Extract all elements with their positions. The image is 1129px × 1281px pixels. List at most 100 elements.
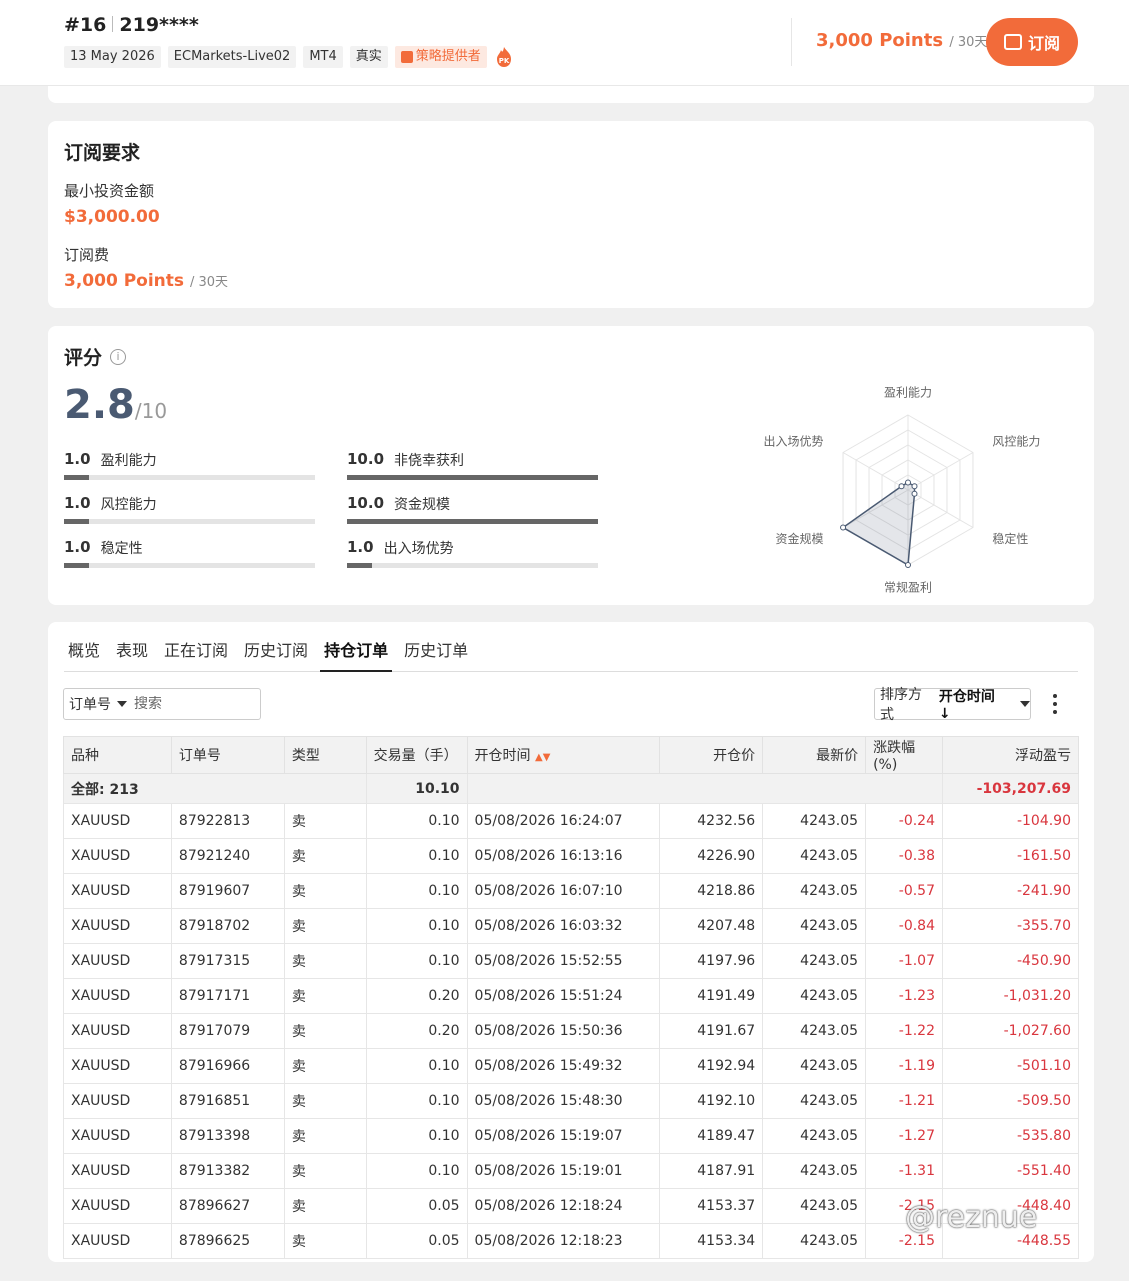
table-row[interactable]: XAUUSD 87921240 卖 0.10 05/08/2026 16:13:16 42… [63,838,1079,874]
table-row[interactable]: XAUUSD 87913398 卖 0.10 05/08/2026 15:19:07 41… [63,1118,1079,1154]
rank-label: #16 [64,14,107,36]
cell-last-price: 4243.05 [762,908,867,944]
cell-symbol: XAUUSD [63,803,172,839]
cell-last-price: 4243.05 [762,1153,867,1189]
cell-symbol: XAUUSD [63,873,172,909]
cell-volume: 0.10 [365,1118,468,1154]
account-label: 219**** [119,14,199,36]
header-divider [791,18,792,66]
more-options-icon[interactable] [1048,694,1062,714]
table-row[interactable]: XAUUSD 87917171 卖 0.20 05/08/2026 15:51:24 41… [63,978,1079,1014]
tab-overview[interactable]: 概览 [64,622,104,672]
fee-period: / 30天 [189,275,228,290]
tab-history-orders[interactable]: 历史订单 [400,622,472,672]
search-input[interactable] [134,696,252,712]
cell-last-price: 4243.05 [762,1118,867,1154]
cell-open-price: 4197.96 [659,943,764,979]
cell-open-price: 4192.10 [659,1083,764,1119]
cell-volume: 0.10 [365,943,468,979]
cell-last-price: 4243.05 [762,943,867,979]
col-open-time-label: 开仓时间 [474,748,531,764]
metric-bar [347,519,598,524]
cell-last-price: 4243.05 [762,978,867,1014]
subscribe-label: 订阅 [1027,36,1060,53]
cell-type: 卖 [283,978,367,1014]
cell-open-time: 05/08/2026 16:03:32 [466,908,661,944]
metric-profitability: 1.0 盈利能力 [64,450,315,480]
filter-field-select[interactable]: 订单号 [64,694,134,714]
metric-stability: 1.0 稳定性 [64,538,315,568]
cell-volume: 0.10 [365,873,468,909]
table-row[interactable]: XAUUSD 87918702 卖 0.10 05/08/2026 16:03:32 42… [63,908,1079,944]
cell-symbol: XAUUSD [63,1188,172,1224]
cell-change: -0.84 [865,908,943,944]
cell-open-price: 4153.34 [659,1223,764,1259]
cell-symbol: XAUUSD [63,1118,172,1154]
positions-table: 品种 订单号 类型 交易量（手） 开仓时间 ▲▼ 开仓价 最新价 涨跌幅(%) … [63,736,1079,1259]
metric-label: 稳定性 [100,541,143,557]
cell-symbol: XAUUSD [63,1013,172,1049]
total-score: 2.8/10 [64,382,167,428]
col-open-time[interactable]: 开仓时间 ▲▼ [466,736,661,774]
cell-pnl: -161.50 [942,838,1079,874]
metric-label: 出入场优势 [383,541,454,557]
metric-value: 10.0 [347,450,385,468]
cell-pnl: -1,027.60 [942,1013,1079,1049]
metric-bar [64,519,315,524]
cell-symbol: XAUUSD [63,1223,172,1259]
metric-bar [347,563,598,568]
cell-order-id: 87917315 [170,943,285,979]
chevron-down-icon [1020,701,1030,707]
cell-pnl: -551.40 [942,1153,1079,1189]
cell-last-price: 4243.05 [762,1188,867,1224]
col-change: 涨跌幅(%) [865,736,943,774]
metric-fill [347,563,373,568]
cell-type: 卖 [283,943,367,979]
cell-pnl: -355.70 [942,908,1079,944]
info-icon[interactable]: i [110,348,127,365]
cell-pnl: -1,031.20 [942,978,1079,1014]
cell-last-price: 4243.05 [762,838,867,874]
pk-flame-icon[interactable]: PK [494,46,514,68]
metric-bar [64,475,315,480]
cell-open-price: 4191.49 [659,978,764,1014]
cell-symbol: XAUUSD [63,1048,172,1084]
tab-current-subscriptions[interactable]: 正在订阅 [160,622,232,672]
table-row[interactable]: XAUUSD 87922813 卖 0.10 05/08/2026 16:24:07 42… [63,803,1079,839]
tag-list: 13 May 2026 ECMarkets-Live02 MT4 真实 策略提供… [64,46,514,68]
table-row[interactable]: XAUUSD 87916966 卖 0.10 05/08/2026 15:49:32 41… [63,1048,1079,1084]
tab-history-subscriptions[interactable]: 历史订阅 [240,622,312,672]
cell-volume: 0.20 [365,978,468,1014]
cell-type: 卖 [283,838,367,874]
cell-change: -0.57 [865,873,943,909]
orders-card: 概览 表现 正在订阅 历史订阅 持仓订单 历史订单 订单号 排序方式 开仓时间 … [48,622,1094,1262]
sort-select[interactable]: 排序方式 开仓时间 ↓ [874,687,1031,723]
cell-open-time: 05/08/2026 15:19:07 [466,1118,661,1154]
cell-symbol: XAUUSD [63,1083,172,1119]
table-row[interactable]: XAUUSD 87917079 卖 0.20 05/08/2026 15:50:36 41… [63,1013,1079,1049]
radar-data-point [905,562,911,568]
cell-change: -1.21 [865,1083,943,1119]
radar-axis-label: 资金规模 [776,531,824,546]
cell-change: -1.22 [865,1013,943,1049]
radar-axis-line [907,489,974,528]
subscription-requirements-card: 订阅要求 最小投资金额 $3,000.00 订阅费 3,000 Points /… [48,121,1094,308]
tab-performance[interactable]: 表现 [112,622,152,672]
table-row[interactable]: XAUUSD 87919607 卖 0.10 05/08/2026 16:07:10 42… [63,873,1079,909]
cell-pnl: -501.10 [942,1048,1079,1084]
tab-open-positions[interactable]: 持仓订单 [320,622,393,672]
table-row[interactable]: XAUUSD 87917315 卖 0.10 05/08/2026 15:52:55 41… [63,943,1079,979]
metric-value: 1.0 [347,538,374,556]
table-row[interactable]: XAUUSD 87913382 卖 0.10 05/08/2026 15:19:01 41… [63,1153,1079,1189]
summary-row: 全部: 213 10.10 -103,207.69 [63,773,1079,804]
cell-open-price: 4191.67 [659,1013,764,1049]
metric-bar [347,475,598,480]
subscribe-button[interactable]: 订阅 [986,18,1078,66]
cell-order-id: 87921240 [170,838,285,874]
cell-order-id: 87916851 [170,1083,285,1119]
table-row[interactable]: XAUUSD 87916851 卖 0.10 05/08/2026 15:48:30 41… [63,1083,1079,1119]
metric-fill [64,519,90,524]
cell-change: -1.31 [865,1153,943,1189]
cell-open-time: 05/08/2026 12:18:23 [466,1223,661,1259]
cell-pnl: -535.80 [942,1118,1079,1154]
